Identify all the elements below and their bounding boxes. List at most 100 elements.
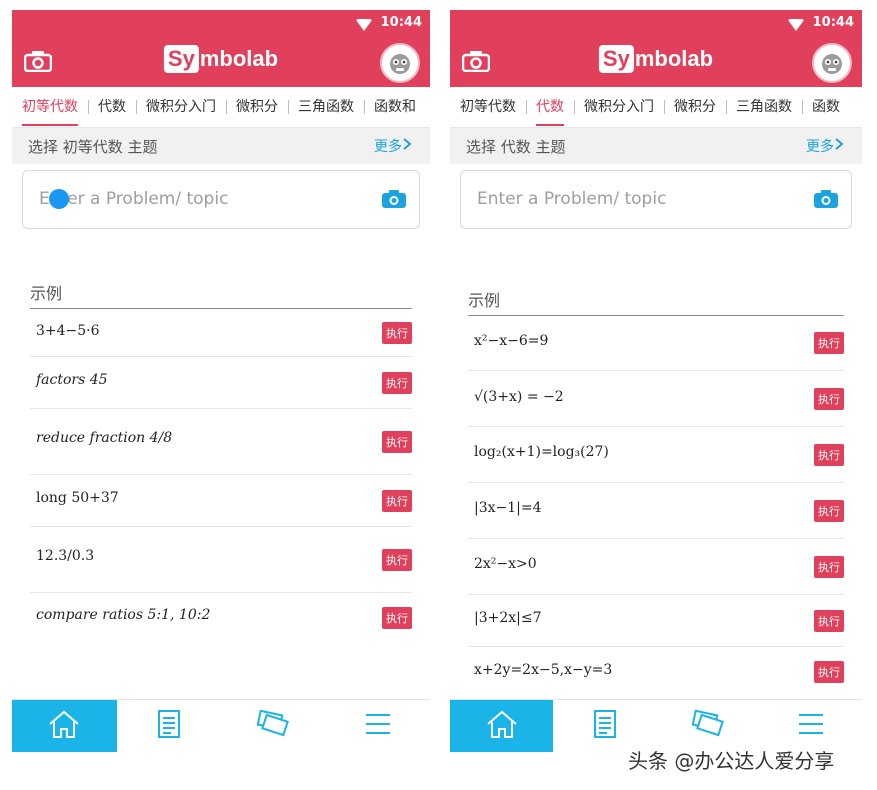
example-expression: 12.3/0.3 bbox=[36, 548, 95, 564]
cards-icon bbox=[255, 709, 291, 743]
tab-algebra[interactable]: 代数 bbox=[88, 87, 136, 127]
bottom-nav bbox=[12, 699, 430, 752]
run-button[interactable]: 执行 bbox=[814, 661, 844, 683]
run-button[interactable]: 执行 bbox=[382, 607, 412, 629]
list-item[interactable]: 3+4−5·6 执行 bbox=[30, 310, 412, 357]
run-button[interactable]: 执行 bbox=[382, 431, 412, 453]
topic-bar: 选择 初等代数 主题 更多 bbox=[12, 128, 430, 164]
topic-tabs: 初等代数 代数 微积分入门 微积分 三角函数 函数 bbox=[450, 87, 862, 128]
run-button[interactable]: 执行 bbox=[382, 372, 412, 394]
examples-header: 示例 bbox=[30, 280, 412, 309]
topic-bar: 选择 代数 主题 更多 bbox=[450, 128, 862, 164]
search-input[interactable]: Enter a Problem/ topic bbox=[22, 170, 420, 229]
tab-functions[interactable]: 函数和 bbox=[364, 87, 426, 127]
avatar[interactable] bbox=[380, 43, 420, 83]
example-expression: long 50+37 bbox=[36, 490, 119, 506]
tab-pre-calculus[interactable]: 微积分入门 bbox=[574, 87, 664, 127]
more-link[interactable]: 更多 bbox=[374, 136, 412, 156]
list-item[interactable]: x+2y=2x−5,x−y=3 执行 bbox=[468, 646, 844, 698]
chevron-right-icon bbox=[834, 138, 844, 154]
app-bar: Sy mbolab bbox=[12, 35, 430, 87]
run-button[interactable]: 执行 bbox=[814, 388, 844, 410]
camera-icon[interactable] bbox=[461, 50, 491, 76]
menu-icon bbox=[364, 712, 392, 740]
example-expression: √(3+x) = −2 bbox=[474, 389, 564, 405]
status-bar: 10:44 bbox=[12, 10, 430, 35]
topic-tabs: 初等代数 代数 微积分入门 微积分 三角函数 函数和 bbox=[12, 87, 430, 128]
run-button[interactable]: 执行 bbox=[382, 549, 412, 571]
phone-screen-elementary-algebra: 10:44 Sy mbolab 初等代数 代数 微积分入门 微积分 三角函数 函数… bbox=[12, 10, 430, 752]
run-button[interactable]: 执行 bbox=[814, 610, 844, 632]
run-button[interactable]: 执行 bbox=[382, 322, 412, 344]
list-item[interactable]: 2x²−x>0 执行 bbox=[468, 538, 844, 595]
menu-icon bbox=[797, 712, 825, 740]
wifi-icon bbox=[356, 16, 372, 35]
list-item[interactable]: |3x−1|=4 执行 bbox=[468, 482, 844, 539]
tab-trigonometry[interactable]: 三角函数 bbox=[726, 87, 802, 127]
chevron-right-icon bbox=[402, 138, 412, 154]
tab-calculus[interactable]: 微积分 bbox=[664, 87, 726, 127]
tab-algebra[interactable]: 代数 bbox=[526, 87, 574, 127]
status-time: 10:44 bbox=[380, 15, 422, 30]
notes-icon bbox=[156, 709, 182, 743]
example-expression: 2x²−x>0 bbox=[474, 556, 537, 572]
example-expression: |3x−1|=4 bbox=[474, 500, 542, 516]
tab-elementary-algebra[interactable]: 初等代数 bbox=[12, 87, 88, 127]
list-item[interactable]: x²−x−6=9 执行 bbox=[468, 314, 844, 371]
search-input[interactable]: Enter a Problem/ topic bbox=[460, 170, 852, 229]
nav-menu[interactable] bbox=[326, 700, 431, 752]
list-item[interactable]: compare ratios 5:1, 10:2 执行 bbox=[30, 592, 412, 642]
app-bar: Sy mbolab bbox=[450, 35, 862, 87]
run-button[interactable]: 执行 bbox=[814, 556, 844, 578]
symbolab-logo: Sy mbolab bbox=[163, 45, 278, 73]
nav-home[interactable] bbox=[450, 700, 553, 752]
camera-icon[interactable] bbox=[813, 189, 839, 213]
watermark: 头条 @办公达人爱分享 bbox=[628, 749, 835, 773]
tab-pre-calculus[interactable]: 微积分入门 bbox=[136, 87, 226, 127]
nav-cards[interactable] bbox=[221, 700, 326, 752]
tab-elementary-algebra[interactable]: 初等代数 bbox=[450, 87, 526, 127]
list-item[interactable]: log₂(x+1)=log₃(27) 执行 bbox=[468, 426, 844, 483]
list-item[interactable]: factors 45 执行 bbox=[30, 356, 412, 409]
home-icon bbox=[47, 709, 81, 743]
run-button[interactable]: 执行 bbox=[382, 490, 412, 512]
wifi-icon bbox=[788, 16, 804, 35]
list-item[interactable]: √(3+x) = −2 执行 bbox=[468, 370, 844, 427]
tab-trigonometry[interactable]: 三角函数 bbox=[288, 87, 364, 127]
example-expression: |3+2x|≤7 bbox=[474, 610, 542, 626]
example-expression: factors 45 bbox=[36, 372, 108, 388]
nav-home[interactable] bbox=[12, 700, 117, 752]
list-item[interactable]: reduce fraction 4/8 执行 bbox=[30, 408, 412, 475]
topic-label: 选择 初等代数 主题 bbox=[28, 137, 158, 156]
touch-indicator bbox=[49, 189, 69, 209]
examples-header: 示例 bbox=[468, 287, 844, 316]
tab-functions[interactable]: 函数 bbox=[802, 87, 850, 127]
status-bar: 10:44 bbox=[450, 10, 862, 35]
more-link[interactable]: 更多 bbox=[806, 136, 844, 156]
nav-notes[interactable] bbox=[117, 700, 222, 752]
notes-icon bbox=[592, 709, 618, 743]
status-time: 10:44 bbox=[812, 15, 854, 30]
symbolab-logo: Sy mbolab bbox=[598, 45, 713, 73]
list-item[interactable]: |3+2x|≤7 执行 bbox=[468, 594, 844, 647]
run-button[interactable]: 执行 bbox=[814, 500, 844, 522]
home-icon bbox=[485, 709, 519, 743]
list-item[interactable]: 12.3/0.3 执行 bbox=[30, 526, 412, 593]
cards-icon bbox=[690, 709, 726, 743]
tab-calculus[interactable]: 微积分 bbox=[226, 87, 288, 127]
camera-icon[interactable] bbox=[23, 50, 53, 76]
search-placeholder: Enter a Problem/ topic bbox=[477, 189, 667, 209]
example-expression: x+2y=2x−5,x−y=3 bbox=[474, 662, 613, 678]
run-button[interactable]: 执行 bbox=[814, 444, 844, 466]
example-expression: compare ratios 5:1, 10:2 bbox=[36, 607, 211, 623]
phone-screen-algebra: 10:44 Sy mbolab 初等代数 代数 微积分入门 微积分 三角函数 函数… bbox=[450, 10, 862, 752]
example-expression: 3+4−5·6 bbox=[36, 323, 100, 339]
example-expression: log₂(x+1)=log₃(27) bbox=[474, 444, 609, 460]
topic-label: 选择 代数 主题 bbox=[466, 137, 566, 156]
run-button[interactable]: 执行 bbox=[814, 332, 844, 354]
example-expression: reduce fraction 4/8 bbox=[36, 430, 173, 446]
example-expression: x²−x−6=9 bbox=[474, 333, 549, 349]
list-item[interactable]: long 50+37 执行 bbox=[30, 474, 412, 527]
avatar[interactable] bbox=[812, 43, 852, 83]
camera-icon[interactable] bbox=[381, 189, 407, 213]
